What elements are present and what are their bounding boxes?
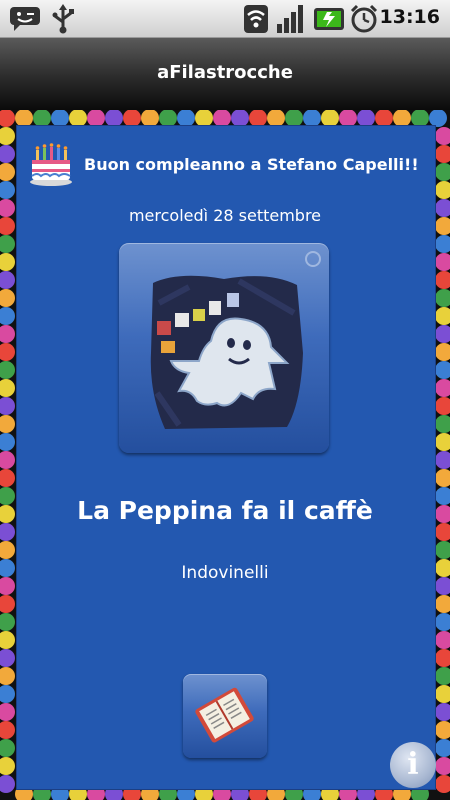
birthday-message: Buon compleanno a Stefano Capelli!! [84,155,419,174]
status-bar: 13:16 [0,0,450,38]
wifi-icon [244,5,268,33]
info-button[interactable]: i [390,742,436,788]
signal-icon [277,5,303,33]
alarm-icon [350,4,378,33]
usb-icon [52,4,74,34]
ghost-picture-icon [150,251,321,429]
birthday-cake-icon [30,143,72,186]
book-icon [195,687,254,743]
status-time: 13:16 [379,6,440,28]
story-image-button[interactable] [119,243,329,453]
battery-charging-icon [314,8,344,30]
notification-smile-icon [10,7,40,31]
date-label: mercoledì 28 settembre [128,206,322,225]
story-title: La Peppina fa il caffè [77,496,373,525]
info-icon: i [407,747,419,782]
story-category: Indovinelli [181,563,269,583]
app-title: aFilastrocche [157,62,293,83]
open-book-button[interactable] [183,674,267,758]
title-bar: aFilastrocche [0,38,450,110]
